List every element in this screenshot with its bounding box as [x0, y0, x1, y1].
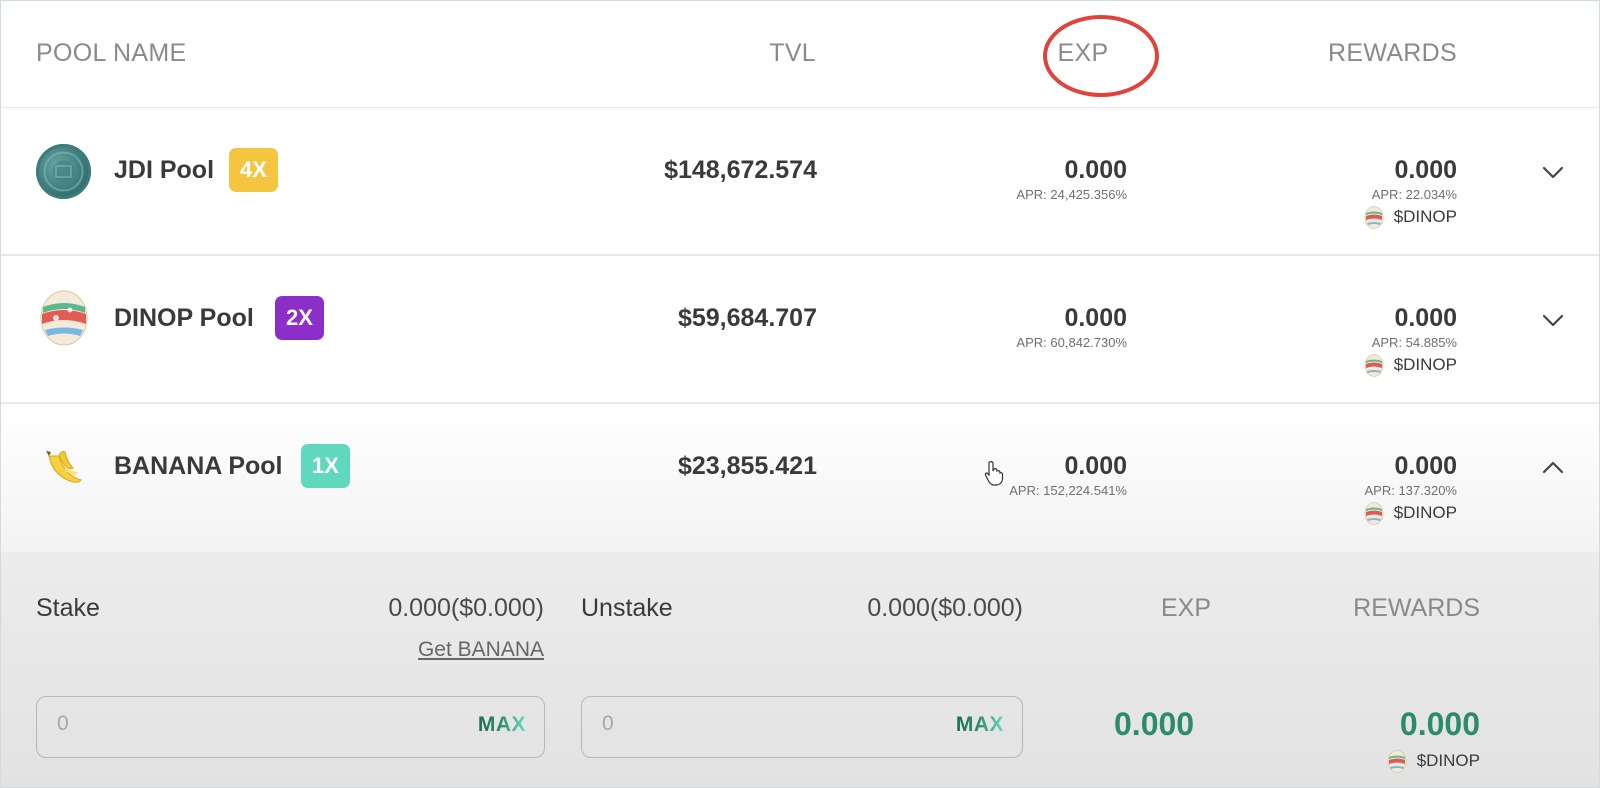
- panel-reward-token: $DINOP: [1387, 749, 1480, 773]
- chevron-down-icon[interactable]: [1541, 308, 1565, 332]
- panel-reward-token-label: $DINOP: [1416, 751, 1480, 770]
- stake-balance: 0.000($0.000): [388, 594, 544, 622]
- exp-title: EXP: [1161, 594, 1212, 622]
- header-tvl[interactable]: TVL: [769, 39, 816, 68]
- rewards-title: REWARDS: [1353, 594, 1480, 622]
- dinop-egg-icon: [1364, 205, 1384, 229]
- exp-value: 0.000: [1114, 706, 1195, 742]
- pool-rewards: 0.000: [1394, 304, 1457, 332]
- unstake-input[interactable]: [600, 711, 904, 737]
- multiplier-badge: 2X: [275, 296, 324, 340]
- header-rewards[interactable]: REWARDS: [1328, 39, 1457, 68]
- dinop-egg-icon: [1364, 501, 1384, 525]
- table-header: POOL NAME TVL EXP REWARDS: [1, 1, 1599, 109]
- stake-input[interactable]: [55, 711, 359, 737]
- pool-exp: 0.000: [1064, 452, 1127, 480]
- stake-input-box: MAX: [36, 696, 545, 758]
- reward-token: $DINOP: [1364, 353, 1457, 377]
- reward-token-label: $DINOP: [1393, 207, 1457, 226]
- stake-label: Stake: [36, 594, 100, 622]
- banana-icon: [39, 442, 89, 492]
- pool-exp: 0.000: [1064, 304, 1127, 332]
- dinop-egg-icon: [1387, 749, 1407, 773]
- table-row[interactable]: DINOP Pool 2X $59,684.707 0.000 APR: 60,…: [1, 256, 1599, 404]
- table-row[interactable]: JDI Pool 4X $148,672.574 0.000 APR: 24,4…: [1, 108, 1599, 256]
- multiplier-badge: 1X: [301, 444, 350, 488]
- stake-panel: Stake 0.000($0.000) Get BANANA MAX Unsta…: [1, 552, 1599, 787]
- pool-rewards: 0.000: [1394, 156, 1457, 184]
- dinop-egg-icon: [38, 288, 90, 346]
- hand-cursor-icon: [984, 460, 1004, 486]
- pools-table: POOL NAME TVL EXP REWARDS JDI Pool 4X $1…: [0, 0, 1600, 788]
- pool-exp: 0.000: [1064, 156, 1127, 184]
- pool-exp-apr: APR: 152,224.541%: [1009, 483, 1127, 498]
- exp-highlight-circle: [1043, 15, 1159, 97]
- pool-tvl: $148,672.574: [664, 156, 817, 184]
- get-banana-link[interactable]: Get BANANA: [418, 638, 544, 662]
- pool-rewards: 0.000: [1394, 452, 1457, 480]
- pool-name: BANANA Pool: [114, 452, 283, 480]
- pool-rewards-apr: APR: 22.034%: [1371, 187, 1457, 202]
- pool-tvl: $23,855.421: [677, 452, 817, 480]
- jdi-coin-icon: [36, 144, 91, 199]
- header-pool-name[interactable]: POOL NAME: [36, 39, 186, 68]
- dinop-egg-icon: [1364, 353, 1384, 377]
- reward-token-label: $DINOP: [1393, 355, 1457, 374]
- table-row[interactable]: BANANA Pool 1X $23,855.421 0.000 APR: 15…: [1, 404, 1599, 552]
- reward-token: $DINOP: [1364, 205, 1457, 229]
- pool-exp-apr: APR: 24,425.356%: [1016, 187, 1127, 202]
- stake-max-button[interactable]: MAX: [478, 713, 526, 737]
- pool-rewards-apr: APR: 137.320%: [1364, 483, 1457, 498]
- unstake-max-button[interactable]: MAX: [956, 713, 1004, 737]
- chevron-up-icon[interactable]: [1541, 456, 1565, 480]
- rewards-value: 0.000: [1399, 706, 1480, 742]
- pool-tvl: $59,684.707: [677, 304, 817, 332]
- pool-exp-apr: APR: 60,842.730%: [1016, 335, 1127, 350]
- pool-rewards-apr: APR: 54.885%: [1371, 335, 1457, 350]
- unstake-label: Unstake: [581, 594, 673, 622]
- reward-token: $DINOP: [1364, 501, 1457, 525]
- chevron-down-icon[interactable]: [1541, 160, 1565, 184]
- unstake-balance: 0.000($0.000): [867, 594, 1023, 622]
- unstake-input-box: MAX: [581, 696, 1023, 758]
- pool-name: DINOP Pool: [114, 304, 254, 332]
- pool-name: JDI Pool: [114, 156, 215, 184]
- multiplier-badge: 4X: [229, 148, 278, 192]
- reward-token-label: $DINOP: [1393, 503, 1457, 522]
